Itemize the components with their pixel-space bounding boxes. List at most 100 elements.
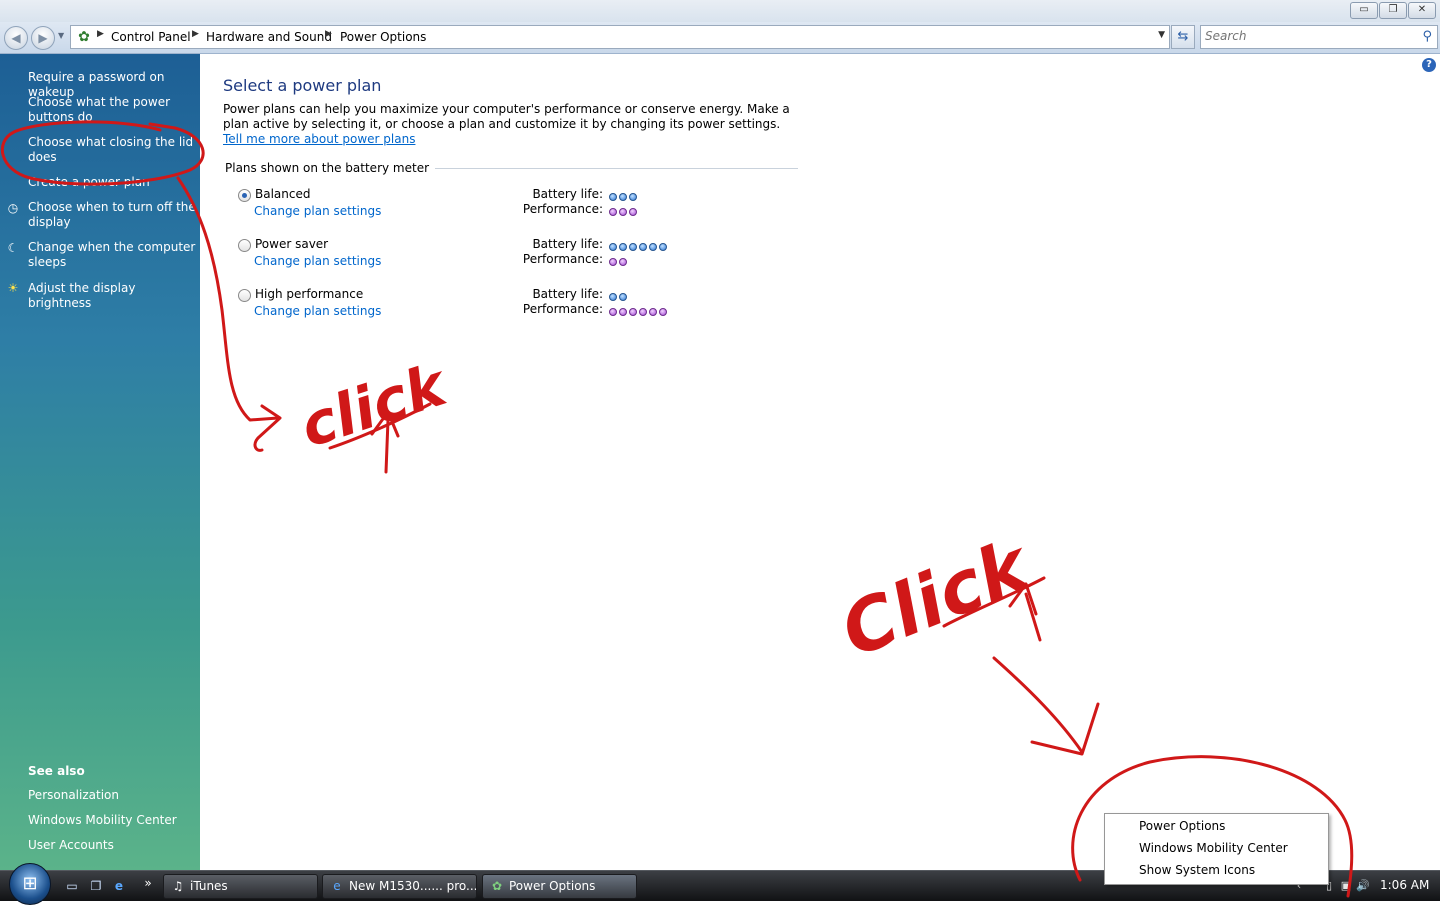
- quick-launch-overflow-icon[interactable]: »: [140, 875, 156, 891]
- battery-dot-icon: [629, 193, 637, 201]
- internet-explorer-icon: e: [333, 879, 341, 893]
- menu-item-power-options[interactable]: Power Options: [1139, 819, 1225, 833]
- sun-icon: ☀: [7, 281, 19, 295]
- performance-dot-icon: [619, 308, 627, 316]
- taskbar-button-browser[interactable]: e New M1530...... pro...: [322, 874, 477, 899]
- performance-meter: [609, 255, 629, 266]
- performance-meter: [609, 205, 639, 216]
- battery-dot-icon: [619, 193, 627, 201]
- taskbar-button-label: New M1530...... pro...: [349, 879, 477, 893]
- battery-dot-icon: [619, 293, 627, 301]
- performance-meter: [609, 305, 669, 316]
- breadcrumb-power-options[interactable]: Power Options: [340, 30, 426, 44]
- breadcrumb-separator-icon[interactable]: ▶: [192, 29, 199, 39]
- change-plan-settings-link[interactable]: Change plan settings: [254, 254, 381, 268]
- battery-life-meter: [609, 190, 639, 201]
- sidebar-link-computer-sleeps[interactable]: Change when the computer sleeps: [28, 240, 196, 270]
- plan-row-balanced: Balanced Change plan settings Battery li…: [238, 187, 798, 227]
- recent-pages-chevron-down-icon[interactable]: ▼: [58, 31, 64, 40]
- search-input[interactable]: [1205, 28, 1405, 44]
- performance-label: Performance:: [522, 302, 603, 316]
- taskbar-button-label: iTunes: [190, 879, 228, 893]
- page-title: Select a power plan: [223, 76, 382, 95]
- sidebar-link-create-plan[interactable]: Create a power plan: [28, 175, 196, 190]
- tell-me-more-link[interactable]: Tell me more about power plans: [223, 132, 415, 146]
- breadcrumb-separator-icon[interactable]: ▶: [325, 29, 332, 39]
- performance-label: Performance:: [522, 252, 603, 266]
- menu-item-show-system-icons[interactable]: Show System Icons: [1139, 863, 1255, 877]
- plan-name[interactable]: Balanced: [255, 187, 310, 201]
- performance-label: Performance:: [522, 202, 603, 216]
- battery-icon[interactable]: ▣: [1339, 879, 1353, 893]
- battery-life-label: Battery life:: [532, 237, 603, 251]
- plan-radio[interactable]: [238, 289, 251, 302]
- group-divider: [410, 168, 798, 169]
- battery-dot-icon: [629, 243, 637, 251]
- breadcrumb-separator-icon[interactable]: ▶: [97, 29, 104, 39]
- battery-dot-icon: [609, 193, 617, 201]
- breadcrumb-hardware-and-sound[interactable]: Hardware and Sound: [206, 30, 332, 44]
- performance-dot-icon: [609, 308, 617, 316]
- sidebar-link-display-brightness[interactable]: Adjust the display brightness: [28, 281, 196, 311]
- menu-item-mobility-center[interactable]: Windows Mobility Center: [1139, 841, 1288, 855]
- back-arrow-icon[interactable]: ◀: [4, 26, 28, 50]
- control-panel-icon: ✿: [78, 29, 90, 45]
- sidebar-link-power-buttons[interactable]: Choose what the power buttons do: [28, 95, 196, 125]
- see-also-personalization[interactable]: Personalization: [28, 788, 196, 803]
- itunes-icon: ♫: [172, 879, 184, 893]
- power-options-icon: ✿: [491, 879, 503, 893]
- search-box[interactable]: ⚲: [1200, 25, 1438, 49]
- see-also-mobility-center[interactable]: Windows Mobility Center: [28, 813, 196, 828]
- taskbar-button-label: Power Options: [509, 879, 596, 893]
- switch-windows-icon[interactable]: ❐: [88, 878, 104, 894]
- taskbar-button-power-options[interactable]: ✿ Power Options: [482, 874, 637, 899]
- battery-context-menu: Power Options Windows Mobility Center Sh…: [1104, 813, 1329, 885]
- address-chevron-down-icon[interactable]: ▼: [1158, 30, 1165, 40]
- restore-button[interactable]: ❐: [1379, 2, 1407, 19]
- address-bar[interactable]: ✿ ▶ Control Panel ▶ Hardware and Sound ▶…: [70, 25, 1170, 49]
- see-also-user-accounts[interactable]: User Accounts: [28, 838, 196, 853]
- change-plan-settings-link[interactable]: Change plan settings: [254, 304, 381, 318]
- battery-life-label: Battery life:: [532, 287, 603, 301]
- sidebar-link-turn-off-display[interactable]: Choose when to turn off the display: [28, 200, 196, 230]
- battery-dot-icon: [639, 243, 647, 251]
- taskbar-button-itunes[interactable]: ♫ iTunes: [163, 874, 318, 899]
- search-icon[interactable]: ⚲: [1422, 29, 1432, 44]
- see-also-heading: See also: [28, 764, 85, 778]
- forward-arrow-icon[interactable]: ▶: [31, 26, 55, 50]
- battery-dot-icon: [649, 243, 657, 251]
- volume-icon[interactable]: 🔊: [1356, 879, 1370, 893]
- navigation-bar: ◀ ▶ ▼ ✿ ▶ Control Panel ▶ Hardware and S…: [0, 22, 1440, 54]
- breadcrumb-control-panel[interactable]: Control Panel: [111, 30, 191, 44]
- battery-dot-icon: [619, 243, 627, 251]
- display-clock-icon: ◷: [7, 201, 19, 215]
- internet-explorer-icon[interactable]: e: [111, 878, 127, 894]
- intro-description: Power plans can help you maximize your c…: [223, 102, 790, 131]
- help-icon[interactable]: ?: [1422, 58, 1436, 72]
- minimize-button[interactable]: ▭: [1350, 2, 1378, 19]
- battery-dot-icon: [609, 243, 617, 251]
- plan-name[interactable]: Power saver: [255, 237, 328, 251]
- plan-radio[interactable]: [238, 239, 251, 252]
- task-pane: Require a password on wakeup Choose what…: [0, 54, 200, 870]
- performance-dot-icon: [639, 308, 647, 316]
- battery-life-meter: [609, 290, 629, 301]
- clock[interactable]: 1:06 AM: [1380, 878, 1429, 892]
- performance-dot-icon: [629, 308, 637, 316]
- refresh-icon[interactable]: ⇆: [1171, 25, 1195, 49]
- battery-dot-icon: [609, 293, 617, 301]
- battery-life-meter: [609, 240, 669, 251]
- show-desktop-icon[interactable]: ▭: [64, 878, 80, 894]
- performance-dot-icon: [609, 208, 617, 216]
- performance-dot-icon: [619, 258, 627, 266]
- plan-radio[interactable]: [238, 189, 251, 202]
- sidebar-link-closing-lid[interactable]: Choose what closing the lid does: [28, 135, 196, 165]
- plan-name[interactable]: High performance: [255, 287, 363, 301]
- close-button[interactable]: ✕: [1408, 2, 1436, 19]
- windows-logo-icon[interactable]: ⊞: [9, 863, 51, 905]
- change-plan-settings-link[interactable]: Change plan settings: [254, 204, 381, 218]
- performance-dot-icon: [629, 208, 637, 216]
- performance-dot-icon: [609, 258, 617, 266]
- battery-dot-icon: [659, 243, 667, 251]
- window-title-bar: ▭ ❐ ✕: [0, 0, 1440, 22]
